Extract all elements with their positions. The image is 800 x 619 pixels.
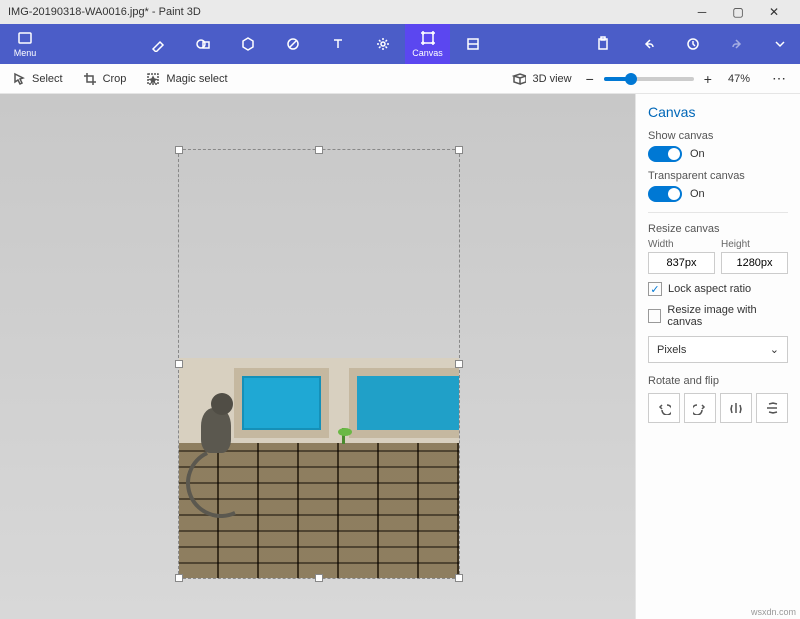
watermark: wsxdn.com xyxy=(751,607,796,617)
zoom-out-button[interactable]: − xyxy=(586,71,594,87)
crop-button[interactable]: Crop xyxy=(79,72,131,86)
panel-title: Canvas xyxy=(648,104,788,120)
transparent-canvas-state: On xyxy=(690,188,705,200)
expand-ribbon-button[interactable] xyxy=(760,24,800,64)
transparent-canvas-toggle[interactable] xyxy=(648,186,682,202)
rotate-right-button[interactable] xyxy=(684,393,716,423)
transparent-canvas-label: Transparent canvas xyxy=(648,170,788,182)
shapes-3d-icon xyxy=(240,36,256,52)
stickers-tool[interactable] xyxy=(270,24,315,64)
select-button[interactable]: Select xyxy=(8,72,67,86)
resize-canvas-label: Resize canvas xyxy=(648,223,788,235)
text-tool[interactable] xyxy=(315,24,360,64)
check-icon: ✓ xyxy=(648,282,662,296)
cursor-icon xyxy=(12,72,26,86)
3d-view-icon xyxy=(512,72,526,86)
menu-button[interactable]: Menu xyxy=(0,24,50,64)
height-input[interactable] xyxy=(721,252,788,274)
canvas-selection[interactable] xyxy=(178,149,460,579)
2d-shapes-tool[interactable] xyxy=(180,24,225,64)
title-bar: IMG-20190318-WA0016.jpg* - Paint 3D ─ ▢ … xyxy=(0,0,800,24)
zoom-slider-thumb[interactable] xyxy=(625,73,637,85)
canvas-panel: Canvas Show canvas On Transparent canvas… xyxy=(635,94,800,619)
magic-select-button[interactable]: Magic select xyxy=(142,72,231,86)
width-label: Width xyxy=(648,239,715,250)
history-icon xyxy=(685,36,701,52)
unchecked-icon xyxy=(648,309,661,323)
resize-handle-n[interactable] xyxy=(315,146,323,154)
brushes-tool[interactable] xyxy=(135,24,180,64)
shapes-2d-icon xyxy=(195,36,211,52)
chevron-down-icon xyxy=(772,36,788,52)
canvas-tool-label: Canvas xyxy=(412,48,443,58)
width-input[interactable] xyxy=(648,252,715,274)
sub-toolbar: Select Crop Magic select 3D view − + 47%… xyxy=(0,64,800,94)
resize-image-checkbox[interactable]: Resize image with canvas xyxy=(648,304,788,328)
flip-vertical-button[interactable] xyxy=(756,393,788,423)
flip-h-icon xyxy=(729,401,743,415)
redo-icon xyxy=(730,36,746,52)
resize-handle-ne[interactable] xyxy=(455,146,463,154)
ribbon-toolbar: Menu Canvas xyxy=(0,24,800,64)
resize-handle-nw[interactable] xyxy=(175,146,183,154)
effects-tool[interactable] xyxy=(360,24,405,64)
units-dropdown[interactable]: Pixels ⌄ xyxy=(648,336,788,363)
rotate-left-button[interactable] xyxy=(648,393,680,423)
effects-icon xyxy=(375,36,391,52)
library-icon xyxy=(465,36,481,52)
crop-icon xyxy=(83,72,97,86)
window-title: IMG-20190318-WA0016.jpg* - Paint 3D xyxy=(8,6,684,18)
brush-icon xyxy=(150,36,166,52)
paste-icon xyxy=(595,36,611,52)
show-canvas-state: On xyxy=(690,148,705,160)
magic-select-icon xyxy=(146,72,160,86)
resize-handle-w[interactable] xyxy=(175,360,183,368)
flip-horizontal-button[interactable] xyxy=(720,393,752,423)
undo-icon xyxy=(640,36,656,52)
rotate-left-icon xyxy=(657,401,671,415)
close-button[interactable]: ✕ xyxy=(756,0,792,24)
height-label: Height xyxy=(721,239,788,250)
menu-icon xyxy=(17,30,33,46)
rotate-flip-label: Rotate and flip xyxy=(648,375,788,387)
paste-button[interactable] xyxy=(580,24,625,64)
flip-v-icon xyxy=(765,401,779,415)
lock-aspect-checkbox[interactable]: ✓ Lock aspect ratio xyxy=(648,282,788,296)
redo-button[interactable] xyxy=(715,24,760,64)
zoom-slider[interactable] xyxy=(604,77,694,81)
history-button[interactable] xyxy=(670,24,715,64)
canvas-image xyxy=(179,358,459,578)
canvas-icon xyxy=(420,30,436,46)
resize-handle-se[interactable] xyxy=(455,574,463,582)
zoom-percent: 47% xyxy=(722,73,756,85)
undo-button[interactable] xyxy=(625,24,670,64)
show-canvas-toggle[interactable] xyxy=(648,146,682,162)
resize-handle-sw[interactable] xyxy=(175,574,183,582)
3d-library-tool[interactable] xyxy=(450,24,495,64)
minimize-button[interactable]: ─ xyxy=(684,0,720,24)
more-options-button[interactable]: ⋯ xyxy=(766,70,792,87)
rotate-right-icon xyxy=(693,401,707,415)
canvas-tool[interactable]: Canvas xyxy=(405,24,450,64)
3d-shapes-tool[interactable] xyxy=(225,24,270,64)
canvas-viewport[interactable] xyxy=(0,94,635,619)
zoom-in-button[interactable]: + xyxy=(704,71,712,87)
menu-label: Menu xyxy=(14,48,37,58)
resize-handle-s[interactable] xyxy=(315,574,323,582)
3d-view-button[interactable]: 3D view xyxy=(508,72,575,86)
text-icon xyxy=(330,36,346,52)
stickers-icon xyxy=(285,36,301,52)
main-area: Canvas Show canvas On Transparent canvas… xyxy=(0,94,800,619)
resize-handle-e[interactable] xyxy=(455,360,463,368)
show-canvas-label: Show canvas xyxy=(648,130,788,142)
chevron-down-icon: ⌄ xyxy=(770,343,779,356)
maximize-button[interactable]: ▢ xyxy=(720,0,756,24)
